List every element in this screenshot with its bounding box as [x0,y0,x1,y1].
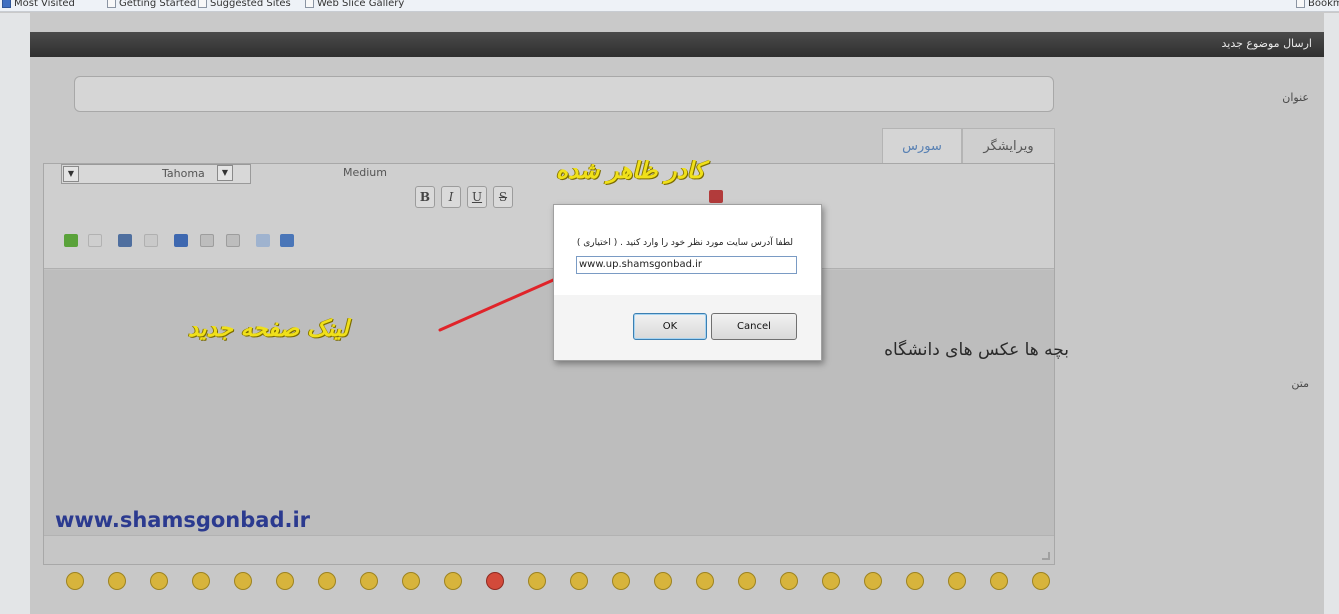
ordered-list-icon[interactable] [200,234,214,247]
smiley-icon[interactable] [780,572,798,590]
bookmark-suggested-sites[interactable]: Suggested Sites [198,0,291,9]
editor-content-text: بچه ها عکس های دانشگاه [884,340,1069,360]
undo-icon[interactable] [64,234,78,247]
subject-label: عنوان [1282,91,1309,104]
insert-image-icon[interactable] [174,234,188,247]
table-icon[interactable] [280,234,294,247]
smiley-icon[interactable] [570,572,588,590]
text-color-icon[interactable] [709,190,723,203]
smiley-icon[interactable] [948,572,966,590]
smiley-icon[interactable] [318,572,336,590]
cancel-button[interactable]: Cancel [711,313,797,340]
chevron-down-icon: ▼ [217,165,233,181]
page-icon [305,0,314,8]
smiley-icon[interactable] [66,572,84,590]
bookmarks-menu[interactable]: Bookm [1296,0,1339,9]
dialog-message: لطفا آدرس سایت مورد نظر خود را وارد کنید… [576,238,793,248]
bookmark-getting-started[interactable]: Getting Started [107,0,196,9]
dialog-body: لطفا آدرس سایت مورد نظر خود را وارد کنید… [554,205,821,295]
editor-status-bar [44,535,1054,564]
smiley-icon[interactable] [528,572,546,590]
smiley-icon[interactable] [654,572,672,590]
smiley-icon[interactable] [906,572,924,590]
smiley-icon[interactable] [192,572,210,590]
strikethrough-button[interactable]: S [493,186,513,208]
italic-button[interactable]: I [441,186,461,208]
body-label: متن [1291,377,1309,390]
underline-button[interactable]: U [467,186,487,208]
page-gutter-right [1324,13,1339,614]
bookmark-folder-icon [2,0,11,8]
bold-button[interactable]: B [415,186,435,208]
page-icon [198,0,207,8]
clear-format-icon[interactable] [144,234,158,247]
smiley-icon[interactable] [402,572,420,590]
page-gutter-left [0,13,30,614]
page-icon [107,0,116,8]
resize-grip-icon[interactable] [1042,552,1050,560]
smiley-icon[interactable] [738,572,756,590]
smiley-icon[interactable] [990,572,1008,590]
url-prompt-dialog: لطفا آدرس سایت مورد نظر خود را وارد کنید… [553,204,822,361]
subject-input[interactable] [74,76,1054,112]
smiley-icon[interactable] [822,572,840,590]
bookmarks-bar: Most Visited Getting Started Suggested S… [0,0,1339,12]
smiley-icon[interactable] [234,572,252,590]
tab-editor[interactable]: ویرایشگر [962,128,1055,164]
panel-header: ارسال موضوع جدید [30,32,1324,57]
font-size-select[interactable]: ▼ Medium [217,164,397,184]
smiley-icon[interactable] [108,572,126,590]
panel-title: ارسال موضوع جدید [1221,37,1313,50]
chevron-down-icon: ▼ [63,166,79,182]
redo-icon[interactable] [88,234,102,247]
smiley-icon[interactable] [864,572,882,590]
bookmark-web-slice-gallery[interactable]: Web Slice Gallery [305,0,404,9]
insert-link-icon[interactable] [256,234,270,247]
smiley-icon[interactable] [276,572,294,590]
heart-icon[interactable] [486,572,504,590]
bookmark-most-visited[interactable]: Most Visited [2,0,75,9]
ok-button[interactable]: OK [633,313,707,340]
paste-icon[interactable] [118,234,132,247]
unordered-list-icon[interactable] [226,234,240,247]
rich-text-editor: ▼ Tahoma ▼ Medium B I U S بچه ها عکس های… [43,163,1069,565]
smiley-icon[interactable] [360,572,378,590]
bookmarks-icon [1296,0,1305,8]
smiley-icon[interactable] [1032,572,1050,590]
annotation-link-label: لینک صفحه جدید [188,316,349,342]
annotation-dialog-label: کادر ظاهر شده [556,158,705,184]
smiley-palette [62,568,1050,608]
tab-source[interactable]: سورس [882,128,962,164]
smiley-icon[interactable] [444,572,462,590]
smiley-icon[interactable] [696,572,714,590]
url-input[interactable]: www.up.shamsgonbad.ir [576,256,797,274]
smiley-icon[interactable] [150,572,168,590]
smiley-icon[interactable] [612,572,630,590]
watermark: www.shamsgonbad.ir [55,508,311,532]
